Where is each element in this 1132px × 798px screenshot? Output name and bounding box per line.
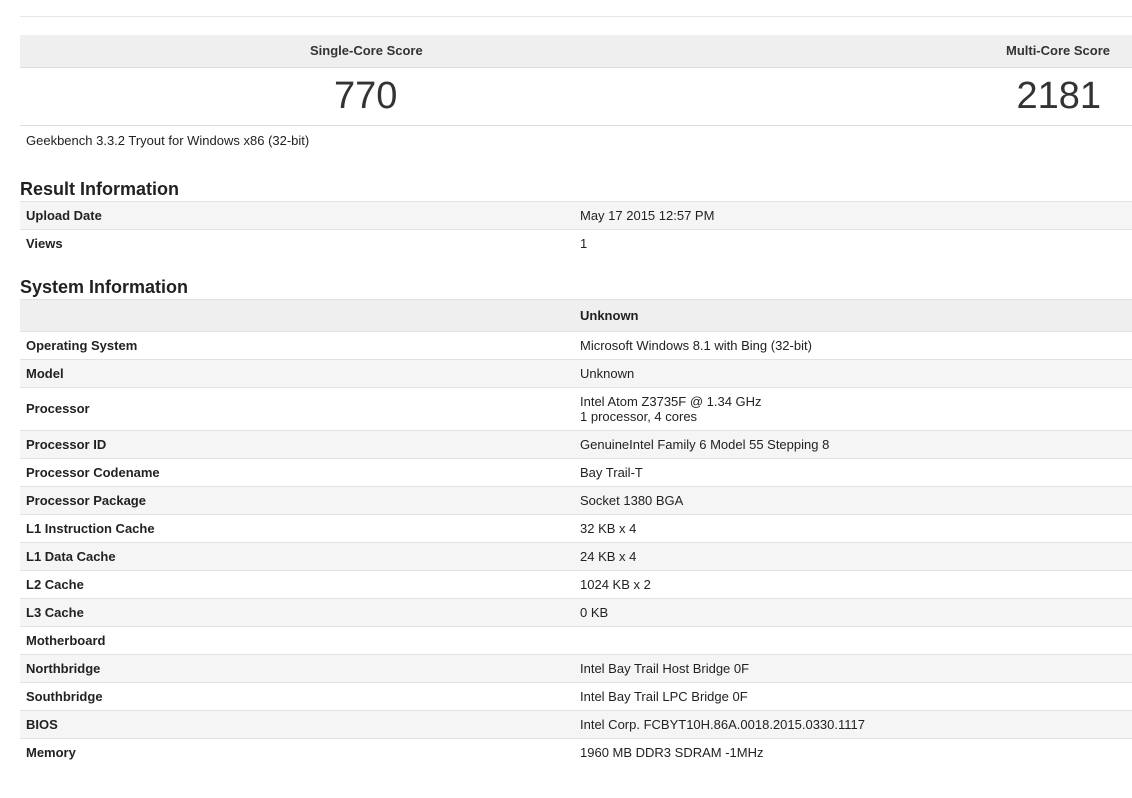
row-key: BIOS — [20, 709, 574, 738]
row-value: May 17 2015 12:57 PM — [574, 201, 1132, 230]
row-value: Intel Bay Trail LPC Bridge 0F — [574, 681, 1132, 710]
row-value: Socket 1380 BGA — [574, 485, 1132, 514]
result-information-table: Upload Date May 17 2015 12:57 PM Views 1 — [20, 201, 1132, 258]
table-row: Northbridge Intel Bay Trail Host Bridge … — [20, 653, 1132, 682]
row-value: Intel Corp. FCBYT10H.86A.0018.2015.0330.… — [574, 709, 1132, 738]
table-row: Model Unknown — [20, 358, 1132, 387]
row-key: Processor Codename — [20, 457, 574, 486]
processor-name: Intel Atom Z3735F @ 1.34 GHz — [580, 393, 762, 409]
table-row: L1 Instruction Cache 32 KB x 4 — [20, 513, 1132, 542]
table-row: Processor ID GenuineIntel Family 6 Model… — [20, 429, 1132, 458]
row-key: Southbridge — [20, 681, 574, 710]
table-row: Processor Codename Bay Trail-T — [20, 457, 1132, 486]
system-information-table: Unknown Operating System Microsoft Windo… — [20, 298, 1132, 766]
single-core-score-label: Single-Core Score — [310, 43, 423, 58]
row-value: 32 KB x 4 — [574, 513, 1132, 542]
row-key: Model — [20, 358, 574, 387]
table-row: Memory 1960 MB DDR3 SDRAM -1MHz — [20, 737, 1132, 766]
row-key: Processor ID — [20, 429, 574, 458]
result-information-title: Result Information — [20, 179, 180, 199]
row-key: Processor — [20, 386, 574, 430]
row-value: Intel Bay Trail Host Bridge 0F — [574, 653, 1132, 682]
row-key: Motherboard — [20, 625, 574, 654]
row-key: Northbridge — [20, 653, 574, 682]
row-value: Unknown — [574, 358, 1132, 387]
table-row: Motherboard — [20, 625, 1132, 654]
row-key: Upload Date — [20, 201, 574, 230]
multi-core-score-label: Multi-Core Score — [1005, 43, 1110, 58]
system-table-header: Unknown — [20, 298, 1132, 331]
row-key: L3 Cache — [20, 597, 574, 626]
processor-cores: 1 processor, 4 cores — [580, 408, 698, 424]
row-key: L2 Cache — [20, 569, 574, 598]
row-value: GenuineIntel Family 6 Model 55 Stepping … — [574, 429, 1132, 458]
header-value: Unknown — [574, 298, 1132, 331]
table-row: Southbridge Intel Bay Trail LPC Bridge 0… — [20, 681, 1132, 710]
row-key: L1 Data Cache — [20, 541, 574, 570]
row-value: 1960 MB DDR3 SDRAM -1MHz — [574, 737, 1132, 766]
score-header-row: Single-Core Score Multi-Core Score — [20, 35, 1132, 68]
row-key: Memory — [20, 737, 574, 766]
row-value: 24 KB x 4 — [574, 541, 1132, 570]
row-key: Views — [20, 229, 574, 258]
table-row: L3 Cache 0 KB — [20, 597, 1132, 626]
benchmark-version: Geekbench 3.3.2 Tryout for Windows x86 (… — [26, 133, 310, 148]
table-row: L2 Cache 1024 KB x 2 — [20, 569, 1132, 598]
top-divider — [20, 0, 1132, 17]
row-value: 1024 KB x 2 — [574, 569, 1132, 598]
score-values-row: 770 2181 — [20, 68, 1132, 126]
table-row: BIOS Intel Corp. FCBYT10H.86A.0018.2015.… — [20, 709, 1132, 738]
row-key: Operating System — [20, 330, 574, 359]
table-row: Views 1 — [20, 229, 1132, 258]
header-key — [20, 298, 574, 331]
table-row: Processor Package Socket 1380 BGA — [20, 485, 1132, 514]
table-row: L1 Data Cache 24 KB x 4 — [20, 541, 1132, 570]
row-key: L1 Instruction Cache — [20, 513, 574, 542]
row-value: 1 — [574, 229, 1132, 258]
single-core-score-value: 770 — [334, 75, 398, 117]
row-value: 0 KB — [574, 597, 1132, 626]
row-value: Microsoft Windows 8.1 with Bing (32-bit) — [574, 330, 1132, 359]
table-row: Operating System Microsoft Windows 8.1 w… — [20, 330, 1132, 359]
table-row: Processor Intel Atom Z3735F @ 1.34 GHz 1… — [20, 386, 1132, 430]
row-value — [574, 625, 1132, 654]
row-value: Bay Trail-T — [574, 457, 1132, 486]
table-row: Upload Date May 17 2015 12:57 PM — [20, 201, 1132, 230]
geekbench-result-page: Single-Core Score Multi-Core Score 770 2… — [20, 0, 1132, 766]
row-value: Intel Atom Z3735F @ 1.34 GHz 1 processor… — [574, 386, 1132, 430]
row-key: Processor Package — [20, 485, 574, 514]
system-information-title: System Information — [20, 276, 189, 297]
multi-core-score-value: 2181 — [1016, 75, 1101, 117]
